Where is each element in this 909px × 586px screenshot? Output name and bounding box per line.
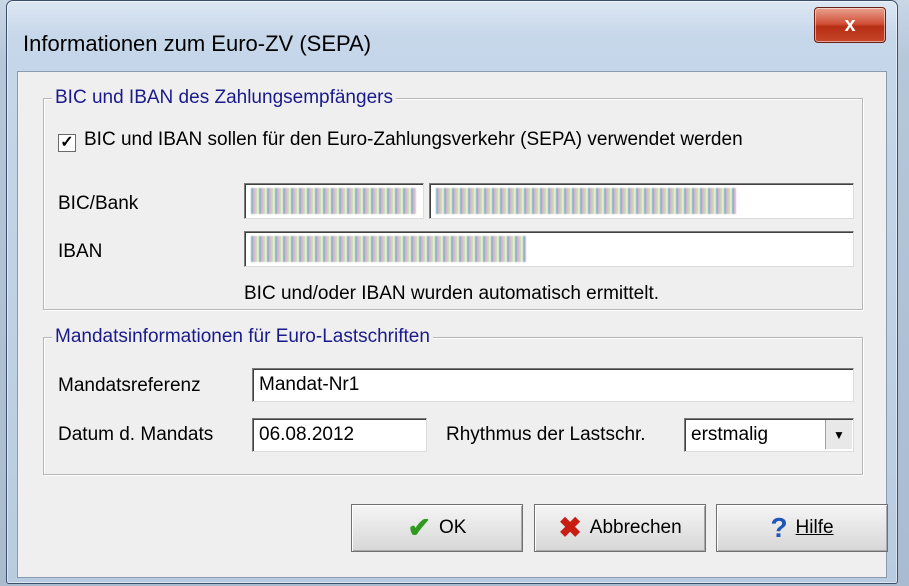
sepa-checkbox-label[interactable]: BIC und IBAN sollen für den Euro-Zahlung… <box>84 129 743 151</box>
ok-button-label: OK <box>439 517 467 538</box>
x-icon: ✖ <box>558 512 582 543</box>
redacted-iban <box>251 236 526 262</box>
auto-detect-info: BIC und/oder IBAN wurden automatisch erm… <box>244 283 660 304</box>
ok-button[interactable]: ✔ OK <box>351 504 523 552</box>
help-button-label: Hilfe <box>795 517 834 538</box>
bic-label: BIC/Bank <box>58 193 139 214</box>
group-bic-iban: BIC und IBAN des Zahlungsempfängers ✓ BI… <box>43 87 863 310</box>
rhythm-label: Rhythmus der Lastschr. <box>446 424 646 445</box>
redacted-bank <box>436 188 736 214</box>
sepa-checkbox[interactable]: ✓ <box>58 134 76 152</box>
window-title: Informationen zum Euro-ZV (SEPA) <box>23 31 372 56</box>
chevron-down-icon[interactable]: ▼ <box>825 420 852 449</box>
redacted-bic <box>251 188 416 214</box>
rhythm-select-value: erstmalig <box>691 424 769 445</box>
title-bar[interactable]: Informationen zum Euro-ZV (SEPA) x <box>7 1 897 61</box>
group-title-mandat: Mandatsinformationen für Euro-Lastschrif… <box>52 326 433 348</box>
help-button[interactable]: ? Hilfe <box>716 504 888 552</box>
check-icon: ✔ <box>407 512 431 543</box>
iban-label: IBAN <box>58 241 103 262</box>
close-icon: x <box>844 13 856 36</box>
mandatsreferenz-field[interactable]: Mandat-Nr1 <box>252 368 854 402</box>
close-button[interactable]: x <box>814 7 886 43</box>
cancel-button-label: Abbrechen <box>589 517 682 538</box>
bic-field[interactable] <box>244 183 424 219</box>
group-mandat: Mandatsinformationen für Euro-Lastschrif… <box>43 326 863 475</box>
mandatsreferenz-label: Mandatsreferenz <box>58 375 201 396</box>
group-title-bic-iban: BIC und IBAN des Zahlungsempfängers <box>52 87 396 109</box>
dialog-client-area: BIC und IBAN des Zahlungsempfängers ✓ BI… <box>17 71 888 578</box>
checkmark-icon: ✓ <box>60 134 74 151</box>
bank-field[interactable] <box>429 183 854 219</box>
mandat-date-label: Datum d. Mandats <box>58 424 214 445</box>
dialog-window: Informationen zum Euro-ZV (SEPA) x BIC u… <box>6 0 898 584</box>
iban-field[interactable] <box>244 231 854 267</box>
rhythm-select[interactable]: erstmalig ▼ <box>684 418 854 452</box>
mandat-date-field[interactable]: 06.08.2012 <box>252 418 427 452</box>
cancel-button[interactable]: ✖ Abbrechen <box>534 504 706 552</box>
question-icon: ? <box>770 512 788 543</box>
